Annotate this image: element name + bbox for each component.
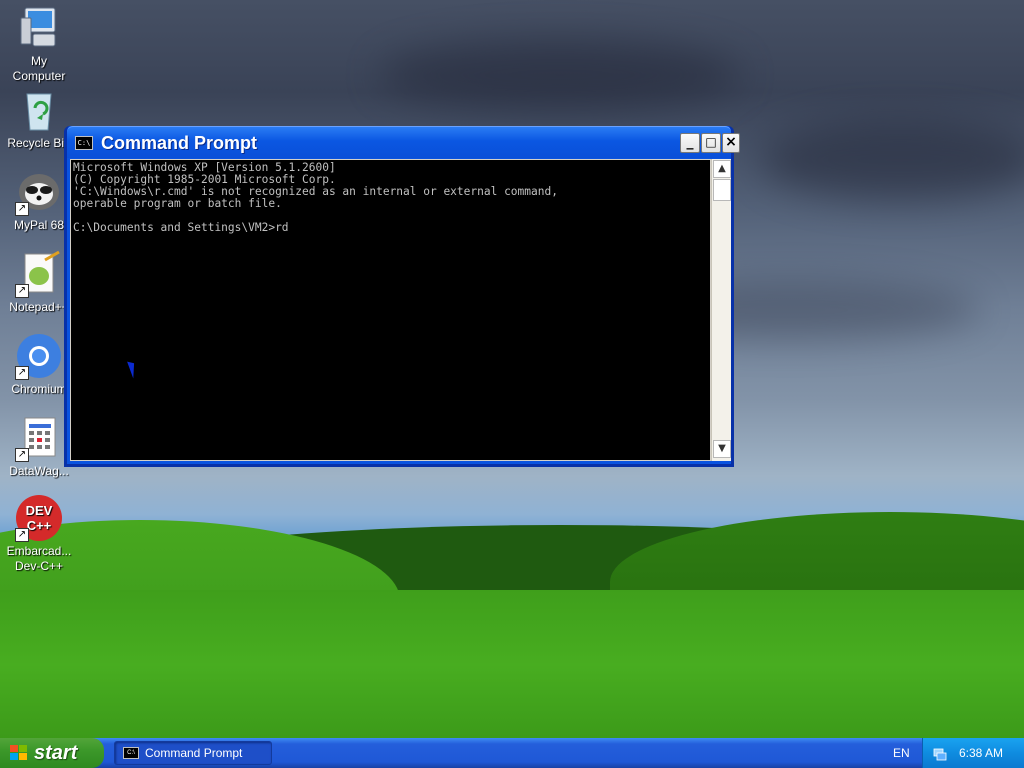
language-indicator[interactable]: EN [893, 746, 910, 760]
taskbar-item-command-prompt[interactable]: C:\ Command Prompt [114, 741, 272, 765]
shortcut-arrow-icon: ↗ [15, 366, 29, 380]
start-button[interactable]: start [0, 738, 104, 768]
cmd-icon: C:\ [75, 136, 93, 150]
shortcut-arrow-icon: ↗ [15, 284, 29, 298]
windows-logo-icon [10, 745, 28, 761]
recycle-bin-icon [15, 86, 63, 134]
taskbar-item-label: Command Prompt [145, 746, 243, 760]
scrollbar-thumb[interactable] [713, 179, 731, 201]
close-button[interactable]: × [722, 133, 740, 153]
minimize-button[interactable]: _ [680, 133, 700, 153]
dev-cpp-icon: DEV C++ ↗ [15, 494, 63, 542]
console-output[interactable]: Microsoft Windows XP [Version 5.1.2600] … [70, 159, 711, 461]
window-title: Command Prompt [101, 133, 258, 153]
taskbar: start C:\ Command Prompt EN 6:38 AM [0, 738, 1024, 768]
chromium-icon: ↗ [15, 332, 63, 380]
vertical-scrollbar[interactable]: ▲ ▼ [711, 159, 731, 461]
notepad-plus-plus-icon: ↗ [15, 250, 63, 298]
system-tray: 6:38 AM [922, 738, 1024, 768]
svg-text:DEV: DEV [26, 503, 53, 518]
maximize-button[interactable]: □ [701, 133, 721, 153]
console-text: Microsoft Windows XP [Version 5.1.2600] … [73, 161, 558, 234]
desktop-icon-my-computer[interactable]: My Computer [0, 4, 78, 84]
desktop-icon-dev-cpp[interactable]: DEV C++ ↗ Embarcad... Dev-C++ [0, 494, 78, 574]
desktop-icon-label: Embarcad... Dev-C++ [6, 544, 72, 573]
datawag-icon: ↗ [15, 414, 63, 462]
start-label: start [34, 742, 78, 764]
svg-text:C++: C++ [27, 518, 52, 533]
shortcut-arrow-icon: ↗ [15, 528, 29, 542]
my-computer-icon [15, 4, 63, 52]
desktop-icon-label: My Computer [12, 54, 66, 83]
window-titlebar[interactable]: C:\ Command Prompt _ □ × [67, 126, 740, 158]
cmd-icon: C:\ [123, 747, 139, 759]
mypal-icon: ↗ [15, 168, 63, 216]
scroll-down-arrow-icon[interactable]: ▼ [713, 440, 731, 458]
command-prompt-window[interactable]: C:\ Command Prompt _ □ × Microsoft Windo… [64, 126, 740, 467]
shortcut-arrow-icon: ↗ [15, 202, 29, 216]
scroll-up-arrow-icon[interactable]: ▲ [713, 160, 731, 178]
shortcut-arrow-icon: ↗ [15, 448, 29, 462]
network-icon[interactable] [933, 746, 947, 761]
clock[interactable]: 6:38 AM [959, 746, 1003, 760]
